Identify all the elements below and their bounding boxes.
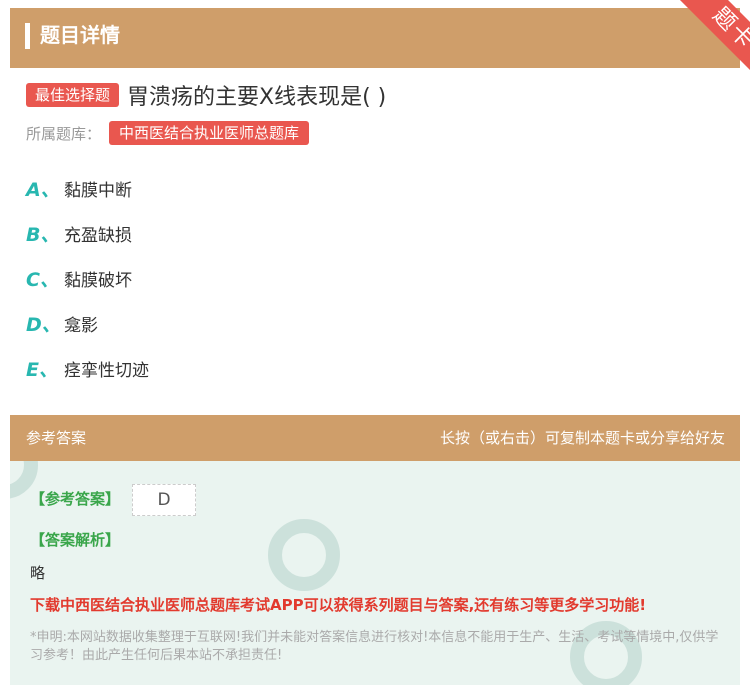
answer-bar: 参考答案 长按（或右击）可复制本题卡或分享给好友 [10, 415, 740, 461]
option-c[interactable]: C、 黏膜破坏 [26, 263, 132, 293]
option-text: 黏膜破坏 [64, 270, 132, 291]
bank-label: 所属题库： [26, 124, 102, 143]
question-type-badge: 最佳选择题 [26, 83, 120, 107]
answer-bar-title: 参考答案 [26, 429, 87, 447]
answer-value: D [132, 484, 196, 516]
header-accent-bar [25, 23, 30, 49]
analysis-label: 【答案解析】 [30, 531, 121, 549]
option-a[interactable]: A、 黏膜中断 [26, 173, 132, 203]
answer-panel: 【参考答案】 D 【答案解析】 略 下载中西医结合执业医师总题库考试APP可以获… [10, 461, 740, 685]
option-d[interactable]: D、 龛影 [26, 308, 98, 338]
option-text: 痉挛性切迹 [64, 360, 149, 381]
option-letter: E、 [26, 358, 58, 381]
option-text: 充盈缺损 [64, 225, 132, 246]
share-hint: 长按（或右击）可复制本题卡或分享给好友 [439, 429, 725, 447]
option-letter: A、 [26, 178, 60, 201]
bank-row: 所属题库： 中西医结合执业医师总题库 [26, 121, 310, 145]
option-letter: B、 [26, 223, 60, 246]
answer-label: 【参考答案】 [30, 490, 121, 508]
corner-ribbon: 题卡 [650, 0, 750, 90]
watermark-logo-icon [268, 519, 340, 591]
option-text: 黏膜中断 [64, 180, 132, 201]
disclaimer: *申明:本网站数据收集整理于互联网!我们并未能对答案信息进行核对!本信息不能用于… [30, 630, 719, 663]
header-bar: 题目详情 [10, 8, 740, 68]
question-row: 最佳选择题 胃溃疡的主要X线表现是( ) [26, 82, 387, 110]
option-letter: D、 [26, 313, 61, 336]
analysis-text: 略 [30, 564, 46, 582]
page-title: 题目详情 [40, 23, 120, 47]
question-text: 胃溃疡的主要X线表现是( ) [127, 85, 387, 110]
bank-link[interactable]: 中西医结合执业医师总题库 [109, 121, 310, 145]
option-text: 龛影 [64, 315, 98, 336]
option-e[interactable]: E、 痉挛性切迹 [26, 353, 149, 383]
promo-link[interactable]: 下载中西医结合执业医师总题库考试APP可以获得系列题目与答案,还有练习等更多学习… [30, 594, 646, 615]
option-letter: C、 [26, 268, 59, 291]
option-b[interactable]: B、 充盈缺损 [26, 218, 132, 248]
ribbon-label: 题卡 [675, 0, 750, 87]
